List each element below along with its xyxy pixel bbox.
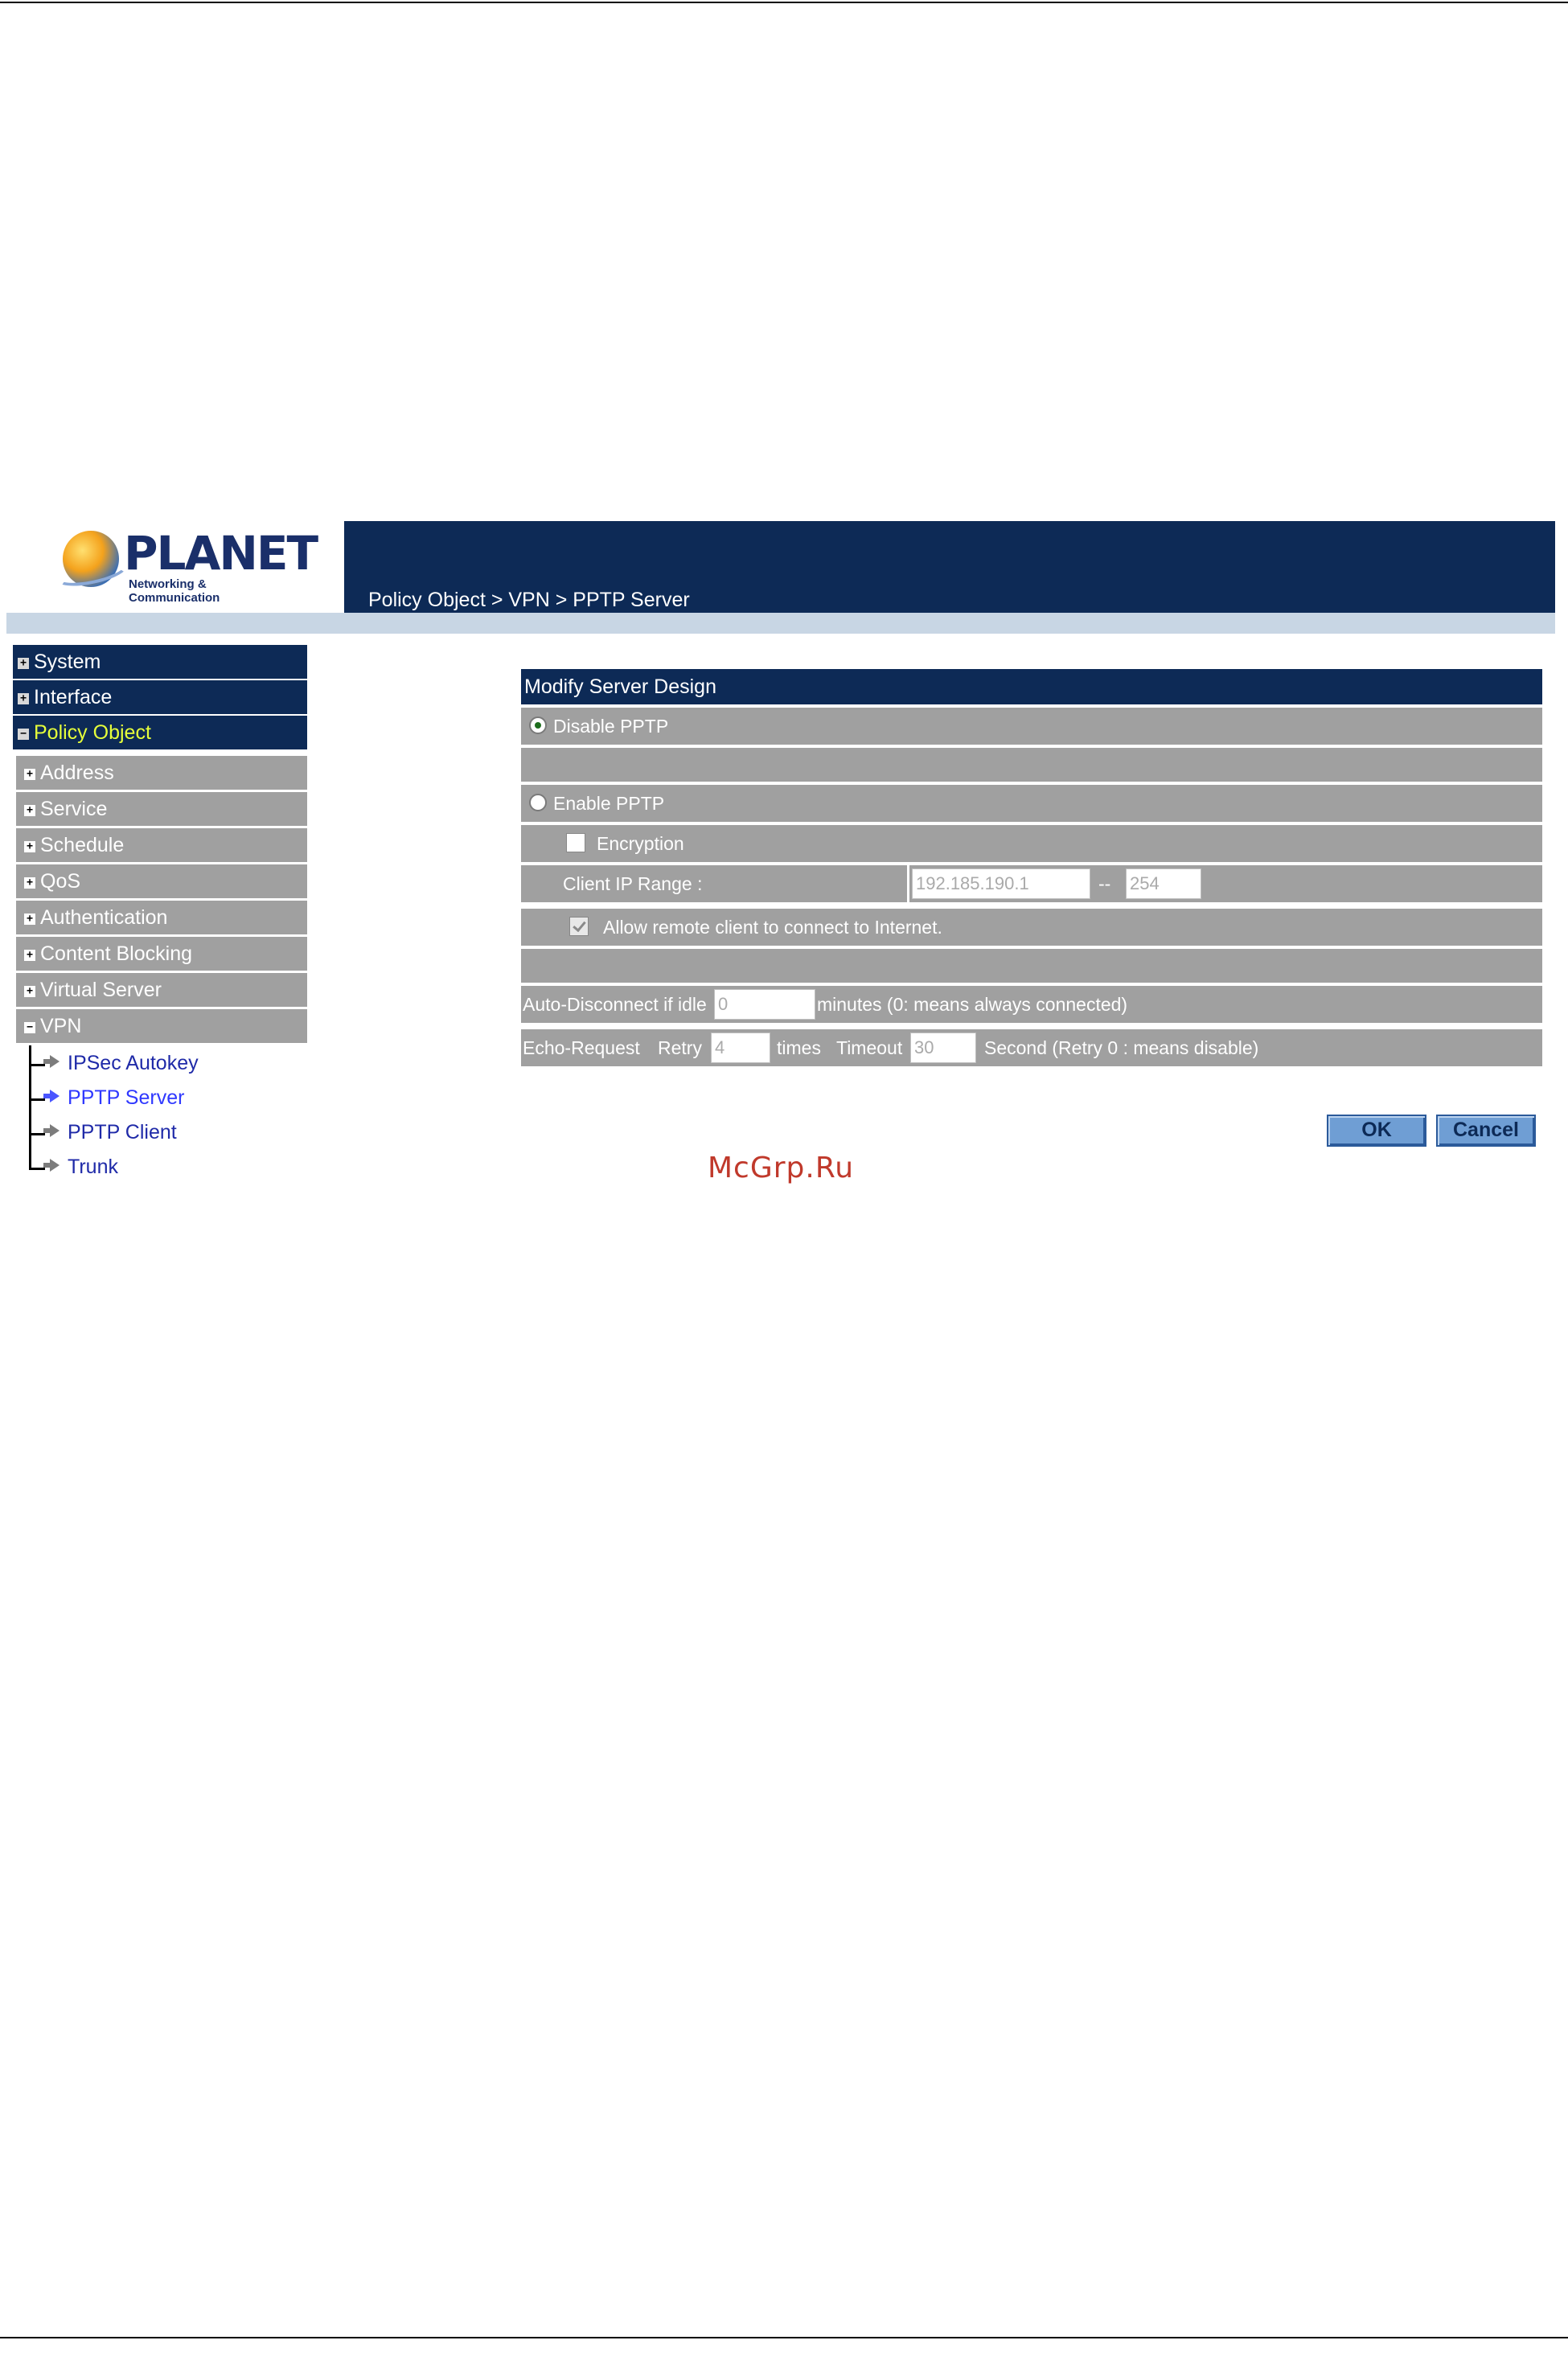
ok-button[interactable]: OK — [1327, 1115, 1426, 1147]
minus-box-icon: − — [18, 729, 29, 740]
encryption-checkbox[interactable] — [566, 833, 585, 852]
tree-item-label: PPTP Server — [68, 1086, 185, 1109]
sidebar-item-interface[interactable]: + Interface — [13, 680, 307, 714]
planet-logo: PLANET Networking & Communication — [52, 528, 318, 605]
arrow-right-icon — [43, 1055, 60, 1068]
tree-item-ipsec-autokey[interactable]: IPSec Autokey — [43, 1052, 199, 1075]
sidebar-item-virtual-server[interactable]: + Virtual Server — [16, 973, 307, 1007]
times-label: times — [777, 1037, 821, 1058]
allow-internet-row: Allow remote client to connect to Intern… — [521, 909, 1542, 946]
form-title: Modify Server Design — [521, 669, 1542, 704]
plus-box-icon: + — [18, 693, 29, 704]
sidebar-item-schedule[interactable]: + Schedule — [16, 828, 307, 862]
enable-pptp-radio[interactable] — [529, 794, 547, 811]
ip-range-separator: -- — [1098, 873, 1111, 894]
plus-box-icon: + — [24, 769, 35, 780]
retry-label: Retry — [658, 1037, 702, 1058]
plus-box-icon: + — [24, 950, 35, 961]
tree-item-pptp-server[interactable]: PPTP Server — [43, 1086, 185, 1110]
tree-item-label: IPSec Autokey — [68, 1052, 199, 1074]
auto-disconnect-row: Auto-Disconnect if idle minutes (0: mean… — [521, 986, 1542, 1023]
tree-item-label: PPTP Client — [68, 1121, 177, 1143]
timeout-label: Timeout — [836, 1037, 903, 1058]
sidebar-item-label: Authentication — [40, 906, 168, 929]
auto-disconnect-input[interactable] — [714, 989, 815, 1020]
sidebar-item-policy-object[interactable]: − Policy Object — [13, 716, 307, 749]
allow-internet-label: Allow remote client to connect to Intern… — [603, 917, 942, 938]
tree-connector-line — [29, 1045, 31, 1142]
cancel-button[interactable]: Cancel — [1436, 1115, 1536, 1147]
sidebar-item-label: Content Blocking — [40, 942, 193, 965]
tree-item-pptp-client[interactable]: PPTP Client — [43, 1121, 177, 1144]
echo-request-label: Echo-Request — [523, 1037, 640, 1058]
header-bar: Policy Object > VPN > PPTP Server — [344, 521, 1555, 613]
client-ip-range-label: Client IP Range : — [563, 873, 703, 894]
arrow-right-icon — [43, 1090, 60, 1102]
plus-box-icon: + — [24, 877, 35, 889]
sidebar-item-label: Interface — [34, 686, 113, 708]
sidebar-item-label: Service — [40, 798, 108, 820]
header-strip — [6, 613, 1555, 634]
plus-box-icon: + — [24, 986, 35, 997]
arrow-right-icon — [43, 1159, 60, 1172]
tree-item-label: Trunk — [68, 1156, 118, 1178]
sidebar-item-authentication[interactable]: + Authentication — [16, 901, 307, 934]
sidebar-item-label: VPN — [40, 1015, 82, 1037]
encryption-label: Encryption — [597, 833, 684, 854]
sidebar-item-label: Virtual Server — [40, 979, 162, 1001]
plus-box-icon: + — [24, 805, 35, 816]
enable-pptp-label: Enable PPTP — [553, 793, 665, 814]
client-ip-start-input[interactable] — [912, 868, 1090, 899]
plus-box-icon: + — [24, 841, 35, 852]
sidebar-item-service[interactable]: + Service — [16, 792, 307, 826]
sidebar-item-label: System — [34, 651, 101, 673]
plus-box-icon: + — [18, 658, 29, 669]
cell-divider — [907, 865, 909, 902]
tree-branch — [29, 1064, 45, 1066]
auto-disconnect-suffix: minutes (0: means always connected) — [817, 994, 1128, 1015]
sidebar-item-vpn[interactable]: − VPN — [16, 1009, 307, 1043]
tree-connector-line — [29, 1140, 31, 1170]
enable-pptp-row: Enable PPTP — [521, 785, 1542, 822]
logo-brand-text: PLANET — [124, 526, 318, 581]
disable-pptp-row: Disable PPTP — [521, 708, 1542, 745]
page-bottom-rule — [0, 2337, 1568, 2338]
sidebar-item-label: QoS — [40, 870, 81, 893]
disable-pptp-label: Disable PPTP — [553, 716, 669, 737]
sidebar-item-label: Address — [40, 762, 114, 784]
encryption-row: Encryption — [521, 825, 1542, 862]
admin-app: PLANET Networking & Communication Policy… — [6, 521, 1555, 1189]
auto-disconnect-label: Auto-Disconnect if idle — [523, 994, 707, 1015]
sidebar-item-address[interactable]: + Address — [16, 756, 307, 790]
plus-box-icon: + — [24, 914, 35, 925]
page-top-rule — [0, 2, 1568, 3]
sidebar-item-qos[interactable]: + QoS — [16, 864, 307, 898]
retry-input[interactable] — [711, 1033, 770, 1063]
tree-branch — [29, 1133, 45, 1135]
minus-box-icon: − — [24, 1022, 35, 1033]
disable-pptp-radio[interactable] — [529, 716, 547, 734]
breadcrumb: Policy Object > VPN > PPTP Server — [368, 589, 690, 611]
echo-request-row: Echo-Request Retry times Timeout Second … — [521, 1029, 1542, 1066]
tree-branch — [29, 1168, 45, 1170]
sidebar-item-label: Policy Object — [34, 721, 151, 744]
client-ip-range-row: Client IP Range : -- — [521, 865, 1542, 902]
sidebar-item-content-blocking[interactable]: + Content Blocking — [16, 937, 307, 971]
sidebar-item-system[interactable]: + System — [13, 645, 307, 679]
echo-request-suffix: Second (Retry 0 : means disable) — [984, 1037, 1259, 1058]
logo-tagline: Networking & Communication — [129, 577, 220, 605]
tree-branch — [29, 1098, 45, 1101]
spacer-row — [521, 949, 1542, 983]
client-ip-end-input[interactable] — [1126, 868, 1201, 899]
watermark-text: McGrp.Ru — [708, 1152, 855, 1184]
timeout-input[interactable] — [910, 1033, 976, 1063]
spacer-row — [521, 748, 1542, 782]
arrow-right-icon — [43, 1124, 60, 1137]
allow-internet-checkbox[interactable] — [569, 917, 589, 936]
tree-item-trunk[interactable]: Trunk — [43, 1156, 118, 1179]
sidebar-item-label: Schedule — [40, 834, 125, 856]
